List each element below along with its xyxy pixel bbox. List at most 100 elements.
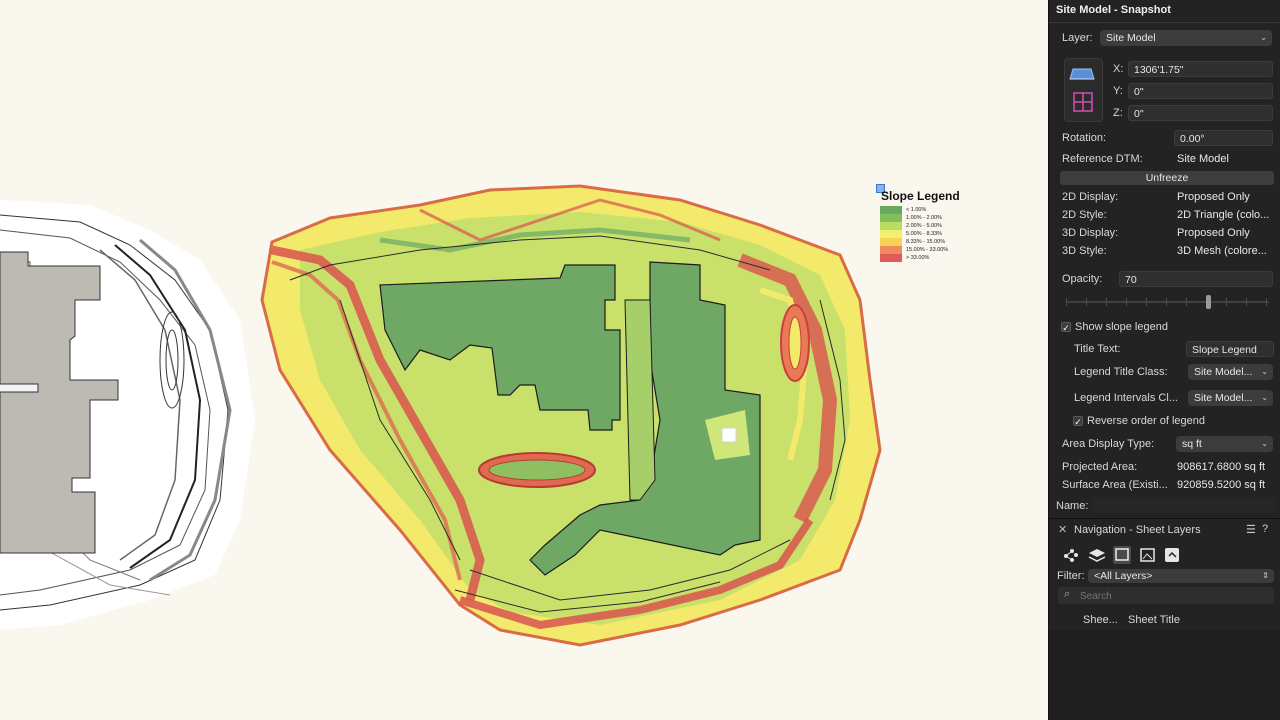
area-display-type-dropdown[interactable]: sq ft ⌄ xyxy=(1176,436,1273,452)
site-model-icon xyxy=(1069,68,1095,112)
filter-label: Filter: xyxy=(1057,570,1085,582)
legend-title-class-label: Legend Title Class: xyxy=(1074,366,1168,378)
legend-title-class-dropdown[interactable]: Site Model... ⌄ xyxy=(1188,364,1273,380)
site-plan-drawing[interactable] xyxy=(0,0,1048,720)
legend-intervals-class-value: Site Model... xyxy=(1194,392,1253,404)
search-icon: ⌕ xyxy=(1064,588,1071,600)
2d-display-label: 2D Display: xyxy=(1062,191,1119,203)
panel-title: Site Model - Snapshot xyxy=(1056,4,1171,16)
slider-tick xyxy=(1146,298,1147,306)
area-display-type-value: sq ft xyxy=(1182,438,1202,450)
opacity-slider-ticks xyxy=(1066,297,1269,307)
column-header-sheet[interactable]: Shee... xyxy=(1083,614,1118,626)
object-info-panel: Site Model - Snapshot Layer: Site Model … xyxy=(1048,0,1280,720)
2d-style-value[interactable]: 2D Triangle (colo... xyxy=(1177,209,1275,221)
slider-tick xyxy=(1186,298,1187,306)
filter-dropdown[interactable]: <All Layers> ⇕ xyxy=(1088,569,1274,583)
layer-dropdown-value: Site Model xyxy=(1106,32,1156,44)
legend-row-label: > 33.00% xyxy=(906,255,930,261)
legend-row: > 33.00% xyxy=(880,254,948,262)
opacity-slider-thumb[interactable] xyxy=(1206,295,1212,309)
legend-intervals-class-label: Legend Intervals Cl... xyxy=(1074,392,1178,404)
existing-site-contours xyxy=(0,200,255,630)
panel-header-separator xyxy=(1049,22,1280,23)
column-header-sheet-title[interactable]: Sheet Title xyxy=(1128,614,1180,626)
surface-area-value: 920859.5200 sq ft xyxy=(1177,479,1266,491)
slider-tick xyxy=(1126,298,1127,306)
projected-area-value: 908617.6800 sq ft xyxy=(1177,461,1266,473)
filter-dropdown-value: <All Layers> xyxy=(1094,570,1153,582)
legend-swatch xyxy=(880,214,902,222)
help-icon[interactable]: ? xyxy=(1262,523,1268,535)
proposed-site-model[interactable] xyxy=(260,184,882,647)
slider-tick xyxy=(1246,298,1247,306)
chevron-down-icon: ⌄ xyxy=(1261,439,1268,448)
search-box[interactable]: ⌕ xyxy=(1058,587,1274,604)
slider-tick xyxy=(1166,298,1167,306)
name-field[interactable] xyxy=(1091,498,1275,513)
slider-tick xyxy=(1226,298,1227,306)
legend-swatch xyxy=(880,246,902,254)
position-widget[interactable] xyxy=(1064,58,1103,122)
area-display-type-label: Area Display Type: xyxy=(1062,438,1155,450)
sheet-layers-list[interactable] xyxy=(1049,630,1280,720)
slope-legend-title: Slope Legend xyxy=(881,189,960,203)
legend-row-label: 1.00% - 2.00% xyxy=(906,215,943,221)
tab-sheet-layers-icon[interactable] xyxy=(1113,546,1131,564)
title-text-field[interactable]: Slope Legend xyxy=(1186,341,1274,357)
rotation-field[interactable]: 0.00° xyxy=(1174,130,1273,146)
tab-viewports-icon[interactable] xyxy=(1140,548,1155,562)
legend-swatch xyxy=(880,254,902,262)
tab-saved-views-icon[interactable] xyxy=(1165,548,1179,562)
show-slope-legend-checkbox[interactable]: ✓ xyxy=(1061,322,1071,333)
3d-style-value[interactable]: 3D Mesh (colore... xyxy=(1177,245,1275,257)
unfreeze-button[interactable]: Unfreeze xyxy=(1060,171,1274,185)
z-field[interactable]: 0" xyxy=(1128,105,1273,121)
nav-separator xyxy=(1049,518,1280,519)
tab-classes-icon[interactable] xyxy=(1064,549,1078,562)
legend-row-label: < 1.00% xyxy=(906,207,927,213)
legend-swatch xyxy=(880,230,902,238)
legend-row: < 1.00% xyxy=(880,206,948,214)
z-label: Z: xyxy=(1113,107,1123,119)
layer-dropdown[interactable]: Site Model ⌄ xyxy=(1100,30,1272,46)
legend-row: 5.00% - 8.33% xyxy=(880,230,948,238)
opacity-label: Opacity: xyxy=(1062,273,1103,285)
y-field[interactable]: 0" xyxy=(1128,83,1273,99)
slider-tick xyxy=(1086,298,1087,306)
chevron-down-icon: ⌄ xyxy=(1261,393,1268,402)
3d-display-label: 3D Display: xyxy=(1062,227,1119,239)
2d-display-value[interactable]: Proposed Only xyxy=(1177,191,1275,203)
close-icon[interactable]: ✕ xyxy=(1058,523,1067,536)
legend-row: 8.33% - 15.00% xyxy=(880,238,948,246)
title-text-label: Title Text: xyxy=(1074,343,1121,355)
tab-design-layers-icon[interactable] xyxy=(1088,549,1106,562)
legend-row: 2.00% - 5.00% xyxy=(880,222,948,230)
legend-row-label: 2.00% - 5.00% xyxy=(906,223,943,229)
show-slope-legend-label: Show slope legend xyxy=(1075,321,1168,333)
projected-area-label: Projected Area: xyxy=(1062,461,1138,473)
legend-intervals-class-dropdown[interactable]: Site Model... ⌄ xyxy=(1188,390,1273,406)
x-label: X: xyxy=(1113,63,1124,75)
drawing-canvas[interactable]: Slope Legend < 1.00% 1.00% - 2.00% 2.00% -… xyxy=(0,0,1048,720)
reverse-order-checkbox[interactable]: ✓ xyxy=(1073,416,1083,427)
menu-icon[interactable]: ☰ xyxy=(1246,523,1256,536)
3d-display-value[interactable]: Proposed Only xyxy=(1177,227,1275,239)
opacity-field[interactable]: 70 xyxy=(1119,271,1273,287)
legend-swatch xyxy=(880,206,902,214)
slider-tick xyxy=(1266,298,1267,306)
reference-dtm-label: Reference DTM: xyxy=(1062,153,1143,165)
slider-tick xyxy=(1066,298,1067,306)
search-input[interactable] xyxy=(1078,588,1272,604)
reverse-order-label: Reverse order of legend xyxy=(1087,415,1206,427)
slope-legend-rows: < 1.00% 1.00% - 2.00% 2.00% - 5.00% 5.00% -… xyxy=(880,206,948,262)
3d-style-label: 3D Style: xyxy=(1062,245,1107,257)
legend-swatch xyxy=(880,222,902,230)
x-field[interactable]: 1306'1.75" xyxy=(1128,61,1273,77)
navigation-mode-tabs xyxy=(1061,545,1181,565)
chevron-down-icon: ⌄ xyxy=(1261,367,1268,376)
surface-area-label: Surface Area (Existi... xyxy=(1062,479,1168,491)
chevron-down-icon: ⌄ xyxy=(1260,33,1267,42)
legend-swatch xyxy=(880,238,902,246)
legend-row-label: 8.33% - 15.00% xyxy=(906,239,946,245)
